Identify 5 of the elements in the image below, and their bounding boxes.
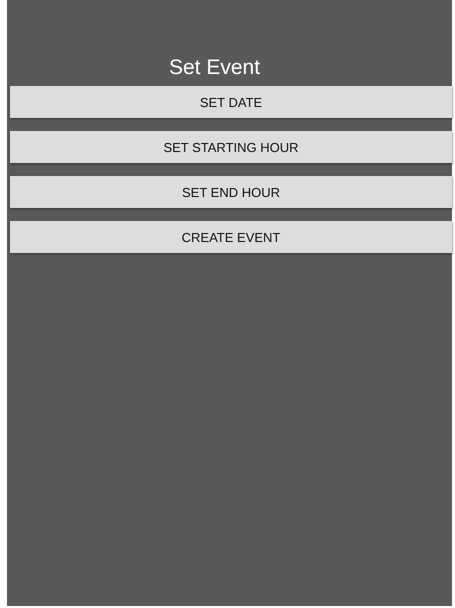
menu-button[interactable]: SET END HOUR: [10, 176, 452, 208]
menu-button[interactable]: SET DATE: [10, 86, 452, 118]
menu-button[interactable]: SET STARTING HOUR: [10, 131, 452, 163]
screen-title: Set Event: [168, 55, 262, 81]
menu-button[interactable]: CREATE EVENT: [10, 221, 452, 253]
